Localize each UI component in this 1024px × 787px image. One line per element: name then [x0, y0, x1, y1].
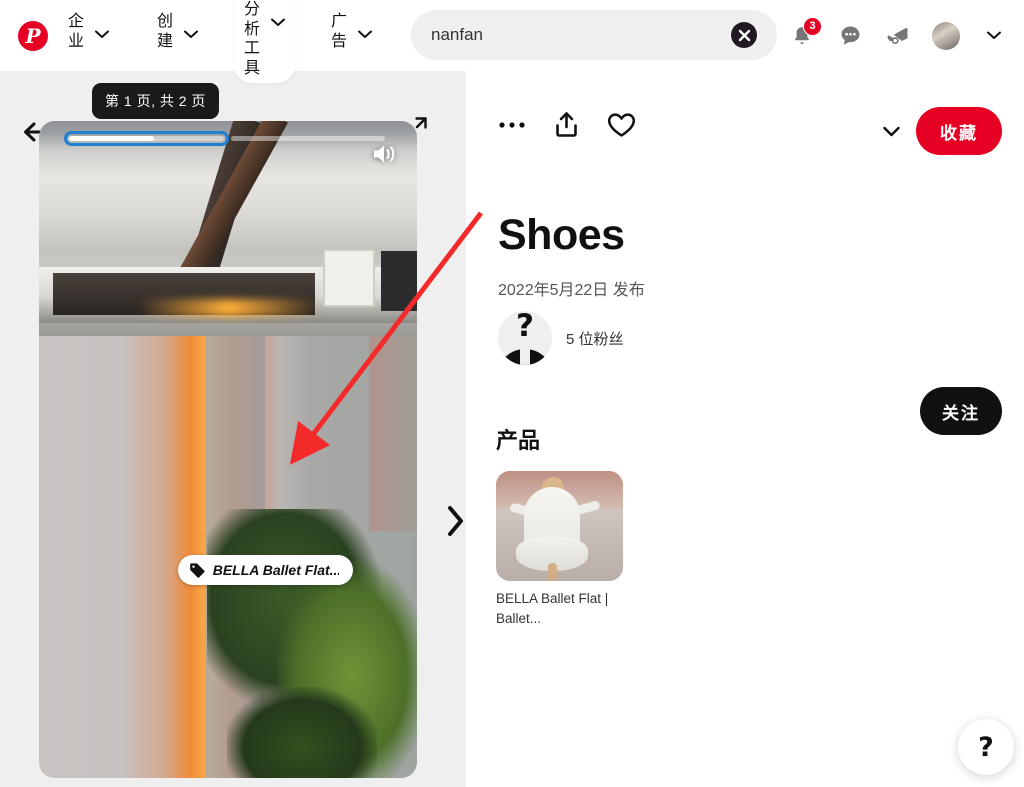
close-icon [738, 29, 750, 41]
messages-button[interactable] [836, 22, 864, 50]
product-name: BELLA Ballet Flat | Ballet... [496, 591, 609, 626]
progress-segment-1-fill [69, 135, 154, 141]
chevron-down-icon [883, 126, 900, 136]
photo-window-1 [323, 249, 375, 307]
share-upload-icon [556, 112, 577, 137]
save-group: 收藏 [883, 107, 1002, 155]
nav-item-ads-label: 广告 [331, 13, 348, 50]
media-frame[interactable]: BELLA Ballet Flat... [39, 121, 417, 778]
ellipsis-icon [499, 121, 525, 128]
volume-button[interactable] [371, 141, 399, 172]
progress-segment-1[interactable] [64, 130, 229, 146]
pinterest-logo-icon[interactable]: P [18, 20, 48, 51]
product-thumbnail [496, 471, 623, 581]
save-button[interactable]: 收藏 [916, 107, 1002, 155]
nav-item-business-label: 企业 [68, 13, 85, 50]
tag-icon [190, 562, 205, 578]
chevron-right-icon [448, 506, 463, 536]
megaphone-icon [887, 27, 908, 44]
more-options-button[interactable] [498, 120, 526, 130]
nav-item-business[interactable]: 企业 [58, 0, 119, 71]
photo-sun-glow [139, 299, 319, 317]
announcements-button[interactable] [884, 22, 912, 50]
nav-left-group: P 企业 创建 分析工具 广告 [0, 0, 382, 83]
product-tag-pill[interactable]: BELLA Ballet Flat... [178, 555, 353, 585]
pin-video-frame [39, 121, 417, 778]
notifications-button[interactable]: 3 [788, 16, 822, 50]
chevron-down-icon [271, 18, 285, 27]
nav-item-analytics[interactable]: 分析工具 [234, 0, 295, 83]
nav-item-create[interactable]: 创建 [147, 0, 208, 71]
carousel-progress-bar[interactable] [39, 130, 417, 146]
product-tag-label: BELLA Ballet Flat... [212, 562, 339, 578]
products-section-title: 产品 [496, 428, 541, 453]
volume-on-icon [374, 145, 395, 163]
nav-item-analytics-label: 分析工具 [244, 1, 261, 77]
share-button[interactable] [554, 111, 579, 138]
publish-date: 2022年5月22日 发布 [498, 282, 645, 299]
progress-segment-2[interactable] [230, 135, 385, 141]
carousel-page-tooltip: 第 1 页, 共 2 页 [92, 83, 219, 119]
search-container [411, 10, 777, 60]
notification-badge: 3 [803, 16, 822, 36]
chevron-down-icon [987, 31, 1001, 39]
question-avatar-icon[interactable]: ? [498, 311, 552, 365]
pinterest-pin-detail-page: P 企业 创建 分析工具 广告 nanfan 3 第 1 页, 共 2 页 BE… [0, 0, 1024, 787]
follow-button[interactable]: 关注 [920, 387, 1002, 435]
photo-window-2 [381, 251, 417, 311]
top-navigation-bar: P 企业 创建 分析工具 广告 nanfan 3 [0, 0, 1024, 83]
like-button[interactable] [607, 112, 636, 138]
chevron-down-icon [358, 30, 372, 39]
search-clear-button[interactable] [731, 22, 757, 48]
chevron-down-icon [184, 30, 198, 39]
chevron-down-icon [95, 30, 109, 39]
chat-bubble-icon [841, 26, 859, 45]
product-image-leg [548, 563, 557, 581]
nav-right-group: 3 [788, 0, 1016, 71]
next-slide-button[interactable] [445, 505, 465, 542]
account-menu-chevron[interactable] [980, 22, 1008, 50]
follower-count: 5 位粉丝 [566, 330, 624, 348]
nav-item-ads[interactable]: 广告 [321, 0, 382, 71]
heart-outline-icon [607, 112, 636, 137]
search-input[interactable] [431, 25, 731, 45]
avatar-neck [520, 345, 530, 365]
avatar[interactable] [932, 21, 960, 50]
pinterest-logo-glyph: P [25, 23, 41, 48]
page-title: Shoes [498, 211, 625, 259]
creator-row[interactable]: ? 5 位粉丝 [498, 311, 624, 365]
photo-tree-c [227, 687, 377, 778]
product-card[interactable]: BELLA Ballet Flat | Ballet... [496, 471, 623, 628]
pin-action-row [498, 111, 636, 138]
pin-detail-panel: 收藏 Shoes 2022年5月22日 发布 ? 5 位粉丝 关注 产品 BEL… [466, 71, 1024, 787]
media-panel: BELLA Ballet Flat... [0, 71, 466, 787]
search-box[interactable] [411, 10, 777, 60]
nav-item-create-label: 创建 [157, 13, 174, 50]
board-selector-chevron[interactable] [883, 126, 900, 137]
avatar-question-glyph: ? [516, 311, 534, 344]
help-button[interactable]: ? [958, 719, 1014, 775]
photo-fence-region [369, 331, 417, 531]
